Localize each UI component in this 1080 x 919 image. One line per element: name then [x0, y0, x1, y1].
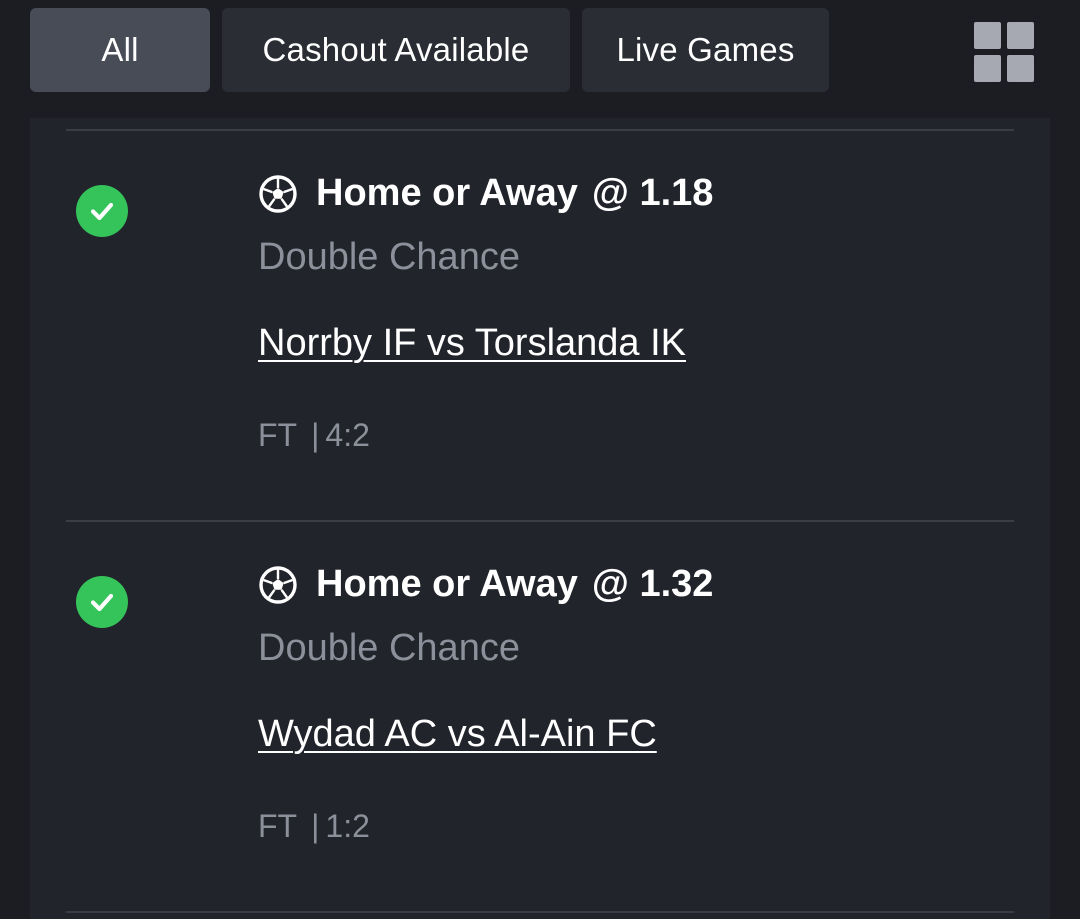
result-separator: |	[311, 808, 320, 844]
filter-tab-cashout-available[interactable]: Cashout Available	[222, 8, 570, 92]
result-separator: |	[311, 417, 320, 453]
match-result: FT | 4:2	[258, 417, 370, 454]
filter-tab-live-games[interactable]: Live Games	[582, 8, 829, 92]
bet-list: Home or Away @ 1.18 Double Chance Norrby…	[30, 118, 1050, 919]
match-period: FT	[258, 417, 298, 453]
filter-bar: All Cashout Available Live Games	[0, 0, 1080, 118]
event-link[interactable]: Norrby IF vs Torslanda IK	[258, 322, 686, 365]
soccer-ball-icon	[259, 174, 297, 213]
match-score: 4:2	[325, 417, 370, 453]
selection-odds: @ 1.32	[591, 563, 714, 605]
selection-name: Home or Away	[316, 172, 578, 214]
bets-page: All Cashout Available Live Games Home or…	[0, 0, 1080, 919]
bet-selection: Home or Away @ 1.32	[258, 563, 713, 606]
bet-item: Home or Away @ 1.18 Double Chance Norrby…	[30, 130, 1050, 520]
market-name: Double Chance	[258, 236, 520, 278]
market-name: Double Chance	[258, 627, 520, 669]
match-period: FT	[258, 808, 298, 844]
bet-item: Home or Away @ 1.32 Double Chance Wydad …	[30, 521, 1050, 911]
bet-selection: Home or Away @ 1.18	[258, 172, 713, 215]
soccer-ball-icon	[259, 565, 297, 604]
divider	[66, 911, 1014, 913]
check-circle-icon	[76, 576, 128, 628]
check-circle-icon	[76, 185, 128, 237]
grid-icon[interactable]	[974, 22, 1034, 82]
selection-name: Home or Away	[316, 563, 578, 605]
match-score: 1:2	[325, 808, 370, 844]
event-link[interactable]: Wydad AC vs Al-Ain FC	[258, 713, 657, 756]
selection-odds: @ 1.18	[591, 172, 714, 214]
filter-tab-all[interactable]: All	[30, 8, 210, 92]
match-result: FT | 1:2	[258, 808, 370, 845]
